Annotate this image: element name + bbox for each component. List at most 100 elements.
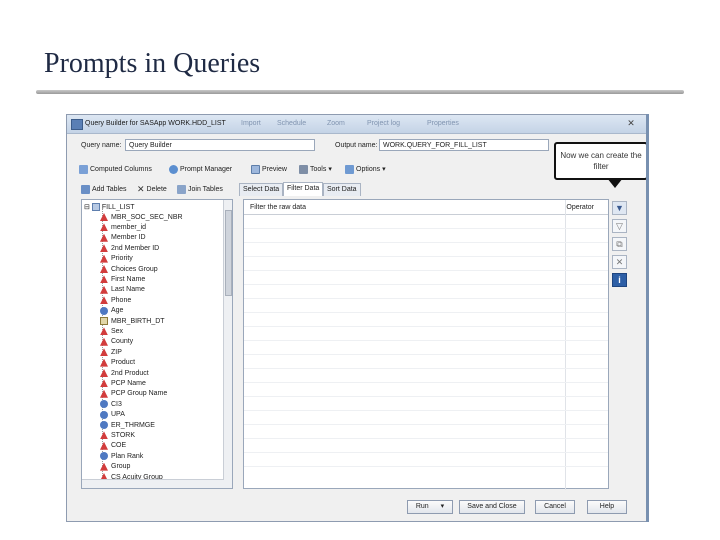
grid-line: [244, 396, 608, 397]
character-column-icon: [100, 348, 108, 357]
grid-line: [244, 452, 608, 453]
add-tables-icon: [81, 185, 90, 194]
tree-column-item[interactable]: Choices Group: [100, 264, 158, 274]
character-column-icon: [100, 296, 108, 305]
tree-column-label: member_id: [111, 223, 147, 231]
grid-line: [244, 424, 608, 425]
tree-column-item[interactable]: Last Name: [100, 285, 145, 295]
character-column-icon: [100, 213, 108, 221]
tools-button[interactable]: Tools ▾: [299, 163, 332, 175]
tree-horizontal-scrollbar[interactable]: [82, 479, 224, 488]
delete-button[interactable]: ✕ Delete: [137, 183, 167, 196]
tree-column-item[interactable]: CI3: [100, 399, 122, 409]
tree-column-label: Group: [111, 463, 131, 471]
new-filter-icon[interactable]: ▼: [612, 201, 627, 215]
query-builder-window: Query Builder for SASApp WORK.HDD_LIST I…: [66, 114, 648, 522]
tree-column-item[interactable]: PCP Name: [100, 378, 146, 388]
join-tables-button[interactable]: Join Tables: [177, 183, 223, 196]
info-icon[interactable]: i: [612, 273, 627, 287]
tree-column-label: PCP Name: [111, 379, 146, 387]
character-column-icon: [100, 254, 108, 263]
computed-columns-button[interactable]: Computed Columns: [79, 163, 152, 175]
add-tables-button[interactable]: Add Tables: [81, 183, 127, 196]
tree-column-item[interactable]: Phone: [100, 295, 131, 305]
title-divider: [36, 90, 684, 94]
tree-column-item[interactable]: MBR_BIRTH_DT: [100, 316, 165, 326]
titlebar-schedule[interactable]: Schedule: [277, 120, 306, 127]
tree-column-item[interactable]: Sex: [100, 326, 123, 336]
titlebar-properties[interactable]: Properties: [427, 120, 459, 127]
tab-sort-data[interactable]: Sort Data: [323, 183, 361, 196]
tree-column-item[interactable]: Member ID: [100, 233, 146, 243]
join-tables-icon: [177, 185, 186, 194]
filter-column-header: Filter the raw data: [250, 204, 307, 211]
character-column-icon: [100, 462, 108, 471]
prompt-manager-button[interactable]: Prompt Manager: [169, 163, 232, 175]
help-button[interactable]: Help: [587, 500, 627, 514]
filter-header: Filter the raw data Operator: [244, 200, 608, 490]
tree-column-label: STORK: [111, 431, 135, 439]
tree-column-item[interactable]: 2nd Member ID: [100, 243, 159, 253]
tree-column-item[interactable]: ER_THRMGE: [100, 420, 155, 430]
tree-column-item[interactable]: member_id: [100, 222, 146, 232]
copy-filter-icon[interactable]: ⧉: [612, 237, 627, 251]
table-icon: [91, 203, 100, 211]
titlebar-zoom[interactable]: Zoom: [327, 120, 345, 127]
titlebar-import[interactable]: Import: [241, 120, 261, 127]
cancel-button[interactable]: Cancel: [535, 500, 575, 514]
tree-column-item[interactable]: MBR_SOC_SEC_NBR: [100, 212, 183, 222]
tree-column-label: Last Name: [111, 286, 145, 294]
tree-column-item[interactable]: Plan Rank: [100, 451, 143, 461]
grid-line: [244, 256, 608, 257]
options-icon: [345, 164, 354, 174]
tree-column-item[interactable]: PCP Group Name: [100, 389, 167, 399]
tree-column-item[interactable]: Group: [100, 462, 130, 472]
query-name-field[interactable]: Query Builder: [125, 139, 315, 151]
tab-select-data[interactable]: Select Data: [239, 183, 284, 196]
tree-column-item[interactable]: Product: [100, 358, 135, 368]
titlebar-project-log[interactable]: Project log: [367, 120, 400, 127]
tree-column-item[interactable]: Age: [100, 306, 123, 316]
character-column-icon: [100, 233, 108, 242]
callout-box: Now we can create the filter: [554, 142, 648, 180]
tree-column-item[interactable]: First Name: [100, 274, 145, 284]
options-button[interactable]: Options ▾: [345, 163, 386, 175]
grid-line: [244, 228, 608, 229]
character-column-icon: [100, 441, 108, 450]
numeric-column-icon: [100, 400, 108, 409]
delete-filter-icon[interactable]: ✕: [612, 255, 627, 269]
character-column-icon: [100, 244, 108, 253]
tree-column-item[interactable]: ZIP: [100, 347, 122, 357]
tree-column-label: MBR_SOC_SEC_NBR: [111, 213, 183, 221]
scrollbar-thumb[interactable]: [225, 210, 232, 296]
tree-column-item[interactable]: 2nd Product: [100, 368, 149, 378]
character-column-icon: [100, 369, 108, 377]
chevron-down-icon: ▾: [328, 166, 332, 173]
tree-column-label: Plan Rank: [111, 452, 144, 460]
column-separator: [565, 200, 566, 490]
tree-column-item[interactable]: COE: [100, 441, 126, 451]
run-button[interactable]: Run ▾: [407, 500, 453, 514]
tab-filter-data[interactable]: Filter Data: [283, 182, 324, 196]
tree-vertical-scrollbar[interactable]: [223, 200, 232, 488]
tree-column-label: ZIP: [111, 348, 122, 356]
tree-column-item[interactable]: Priority: [100, 254, 133, 264]
grid-line: [244, 298, 608, 299]
grid-line: [244, 466, 608, 467]
column-tree: ⊟ FILL_LIST MBR_SOC_SEC_NBR member_id Memb…: [81, 199, 233, 489]
tree-column-label: Member ID: [111, 234, 146, 242]
tree-column-item[interactable]: STORK: [100, 430, 135, 440]
edit-filter-icon[interactable]: ▽: [612, 219, 627, 233]
tree-column-label: Age: [111, 307, 124, 315]
output-name-field[interactable]: WORK.QUERY_FOR_FILL_LIST: [379, 139, 549, 151]
grid-line: [244, 410, 608, 411]
window-titlebar: Query Builder for SASApp WORK.HDD_LIST I…: [67, 115, 647, 134]
tree-column-item[interactable]: UPA: [100, 410, 125, 420]
tree-root[interactable]: ⊟ FILL_LIST: [84, 202, 135, 212]
collapse-icon[interactable]: ⊟: [84, 203, 90, 211]
save-and-close-button[interactable]: Save and Close: [459, 500, 525, 514]
close-icon[interactable]: ✕: [619, 118, 643, 129]
preview-button[interactable]: Preview: [251, 163, 287, 175]
tree-column-label: Choices Group: [111, 265, 158, 273]
tree-column-item[interactable]: County: [100, 337, 133, 347]
